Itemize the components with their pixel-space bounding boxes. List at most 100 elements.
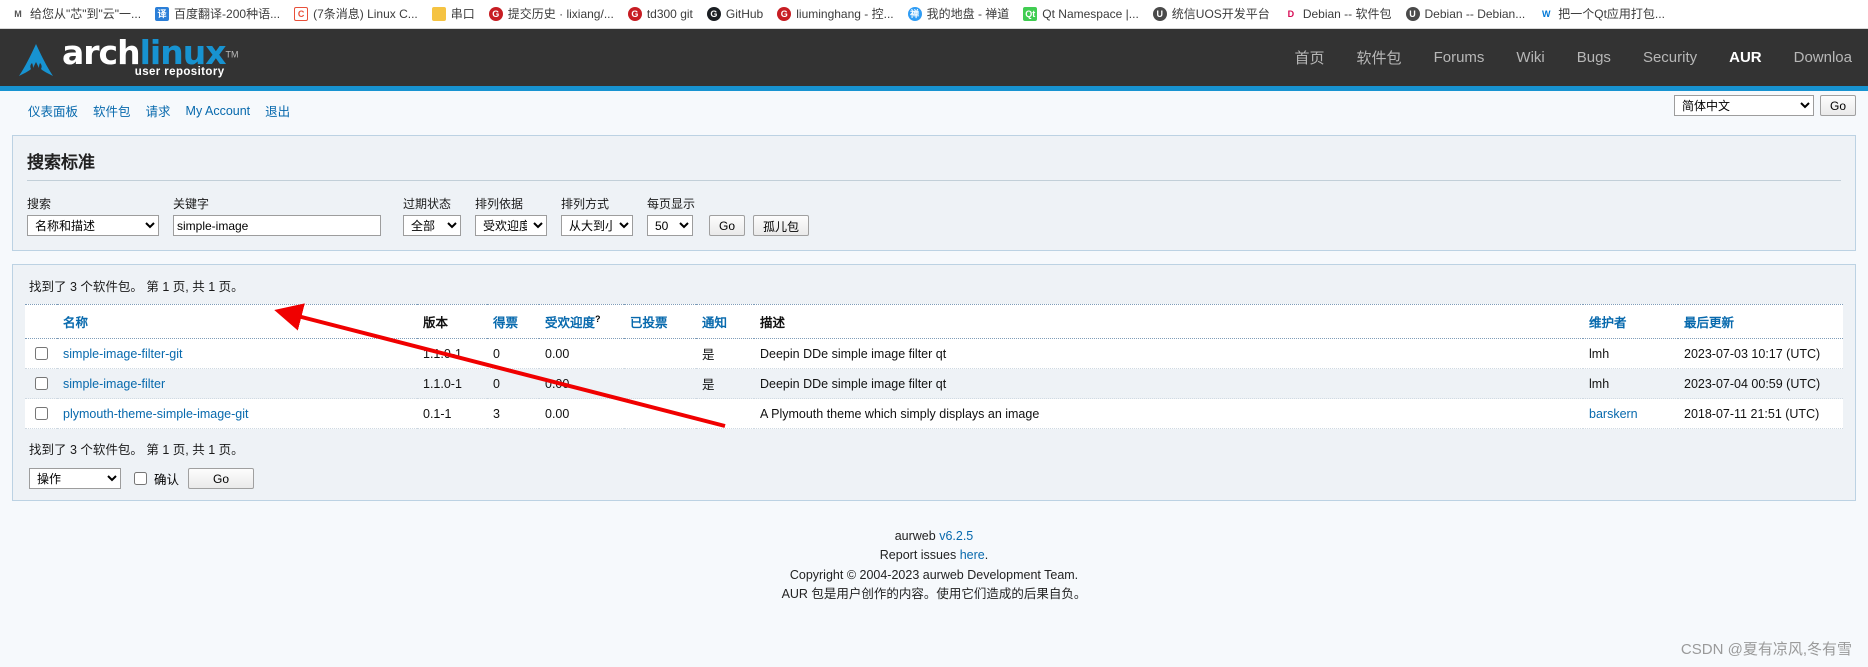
browser-window: M 给您从"芯"到"云"一... 译 百度翻译-200种语... C (7条消息… — [0, 0, 1868, 667]
header-notify[interactable]: 通知 — [696, 304, 754, 339]
sort-by-select[interactable]: 受欢迎度 — [475, 215, 547, 236]
subnav-item-logout[interactable]: 退出 — [265, 101, 290, 120]
nav-item-bugs[interactable]: Bugs — [1561, 49, 1627, 66]
header-votes-link[interactable]: 得票 — [493, 316, 518, 330]
nav-item-forums[interactable]: Forums — [1418, 49, 1501, 66]
aur-logo[interactable]: archlinuxTM user repository — [18, 36, 239, 79]
row-checkbox-cell — [25, 398, 57, 429]
bookmark-item[interactable]: M 给您从"芯"到"云"一... — [4, 5, 148, 23]
logo-arch-text: arch — [62, 33, 141, 73]
arch-logo-icon — [18, 43, 54, 77]
confirm-label-text: 确认 — [154, 473, 180, 487]
nav-item-download[interactable]: Downloa — [1778, 49, 1868, 66]
bulk-action-go-button[interactable]: Go — [188, 468, 255, 489]
row-popularity: 0.00 — [539, 368, 624, 399]
bookmark-item[interactable]: U Debian -- Debian... — [1399, 5, 1533, 23]
row-checkbox-cell — [25, 368, 57, 399]
out-of-date-select[interactable]: 全部 — [403, 215, 461, 236]
row-votes: 0 — [487, 338, 539, 369]
table-row: simple-image-filter 1.1.0-1 0 0.00 是 Dee… — [25, 368, 1843, 399]
sort-order-select[interactable]: 从大到小 — [561, 215, 633, 236]
language-switcher: 简体中文 Go — [1673, 95, 1856, 116]
package-link[interactable]: simple-image-filter — [63, 377, 165, 391]
footer-version-link[interactable]: v6.2.5 — [939, 529, 973, 543]
bookmark-item[interactable]: U 统信UOS开发平台 — [1146, 5, 1277, 23]
qt-icon: Qt — [1023, 7, 1038, 21]
label-per-page: 每页显示 — [647, 197, 696, 211]
header-maintainer-link[interactable]: 维护者 — [1589, 316, 1627, 330]
bookmark-item[interactable]: W 把一个Qt应用打包... — [1532, 5, 1672, 23]
orphans-button[interactable]: 孤儿包 — [753, 215, 810, 236]
package-link[interactable]: simple-image-filter-git — [63, 347, 182, 361]
row-select-checkbox[interactable] — [35, 347, 48, 360]
header-votes[interactable]: 得票 — [487, 304, 539, 339]
header-popularity-link[interactable]: 受欢迎度 — [545, 316, 595, 330]
site-footer: aurweb v6.2.5 Report issues here. Copyri… — [0, 501, 1868, 605]
bookmark-item[interactable]: 禅 我的地盘 - 禅道 — [901, 5, 1017, 23]
confirm-checkbox-label[interactable]: 确认 — [130, 469, 179, 488]
nav-item-security[interactable]: Security — [1627, 49, 1713, 66]
language-go-button[interactable]: Go — [1819, 95, 1856, 116]
row-votes: 3 — [487, 398, 539, 429]
row-description: Deepin DDe simple image filter qt — [754, 338, 1583, 369]
row-notify: 是 — [696, 368, 754, 399]
bookmark-item[interactable]: G td300 git — [621, 5, 700, 23]
keywords-input[interactable] — [173, 215, 381, 236]
bookmark-item[interactable]: Qt Qt Namespace |... — [1016, 5, 1146, 23]
table-row: simple-image-filter-git 1.1.0-1 0 0.00 是… — [25, 338, 1843, 369]
bookmark-label: 提交历史 · lixiang/... — [507, 7, 614, 21]
header-version: 版本 — [417, 304, 487, 339]
bookmark-item[interactable]: G liuminghang - 控... — [770, 5, 900, 23]
search-by-select[interactable]: 名称和描述 — [27, 215, 159, 236]
header-maintainer[interactable]: 维护者 — [1583, 304, 1678, 339]
header-updated-link[interactable]: 最后更新 — [1684, 316, 1734, 330]
bookmark-item[interactable]: D Debian -- 软件包 — [1277, 5, 1399, 23]
bookmark-label: 百度翻译-200种语... — [174, 7, 281, 21]
bookmark-item[interactable]: 译 百度翻译-200种语... — [148, 5, 287, 23]
header-name-link[interactable]: 名称 — [63, 316, 88, 330]
nav-item-wiki[interactable]: Wiki — [1500, 49, 1560, 66]
header-updated[interactable]: 最后更新 — [1678, 304, 1843, 339]
uos-icon: U — [1405, 7, 1420, 21]
row-description: A Plymouth theme which simply displays a… — [754, 398, 1583, 429]
field-out-of-date: 过期状态 全部 — [403, 195, 461, 236]
header-name[interactable]: 名称 — [57, 304, 417, 339]
subnav-item-requests[interactable]: 请求 — [146, 101, 171, 120]
row-select-checkbox[interactable] — [35, 377, 48, 390]
nav-item-packages[interactable]: 软件包 — [1341, 47, 1418, 68]
search-form: 搜索 名称和描述 关键字 过期状态 全部 排列依据 — [27, 189, 1841, 236]
header-voted[interactable]: 已投票 — [624, 304, 696, 339]
nav-item-home[interactable]: 首页 — [1279, 47, 1341, 68]
confirm-checkbox[interactable] — [134, 472, 147, 485]
table-header-row: 名称 版本 得票 受欢迎度? 已投票 通知 描述 维护者 最后更新 — [25, 304, 1843, 339]
bookmark-item[interactable]: C (7条消息) Linux C... — [287, 5, 425, 23]
csdn-icon: C — [294, 7, 309, 21]
bulk-action-select[interactable]: 操作 — [29, 468, 121, 489]
bookmark-item[interactable]: G 提交历史 · lixiang/... — [482, 5, 621, 23]
header-notify-link[interactable]: 通知 — [702, 316, 727, 330]
row-name-cell: simple-image-filter — [57, 368, 417, 399]
subnav-item-packages[interactable]: 软件包 — [93, 101, 131, 120]
per-page-select[interactable]: 50 — [647, 215, 693, 236]
popularity-help-icon[interactable]: ? — [595, 314, 601, 324]
nav-item-aur[interactable]: AUR — [1713, 49, 1778, 66]
subnav-item-my-account[interactable]: My Account — [186, 104, 251, 118]
footer-report-link[interactable]: here — [960, 548, 985, 562]
row-select-checkbox[interactable] — [35, 407, 48, 420]
language-select[interactable]: 简体中文 — [1673, 95, 1814, 116]
subnav-item-dashboard[interactable]: 仪表面板 — [28, 101, 78, 120]
bulk-action-bar: 操作 确认 Go — [13, 458, 1855, 491]
bookmark-item[interactable]: 串口 — [425, 5, 482, 23]
maintainer-link[interactable]: barskern — [1589, 407, 1638, 421]
header-popularity[interactable]: 受欢迎度? — [539, 304, 624, 339]
package-link[interactable]: plymouth-theme-simple-image-git — [63, 407, 248, 421]
row-updated: 2023-07-03 10:17 (UTC) — [1678, 338, 1843, 369]
label-sort-order: 排列方式 — [561, 197, 610, 211]
debian-icon: D — [1283, 7, 1298, 21]
header-voted-link[interactable]: 已投票 — [630, 316, 668, 330]
row-version: 1.1.0-1 — [417, 368, 487, 399]
results-panel: 找到了 3 个软件包。 第 1 页, 共 1 页。 名称 版本 得票 受欢迎度?… — [12, 264, 1856, 501]
bookmark-item[interactable]: G GitHub — [700, 5, 770, 23]
row-notify: 是 — [696, 338, 754, 369]
search-go-button[interactable]: Go — [709, 215, 746, 236]
